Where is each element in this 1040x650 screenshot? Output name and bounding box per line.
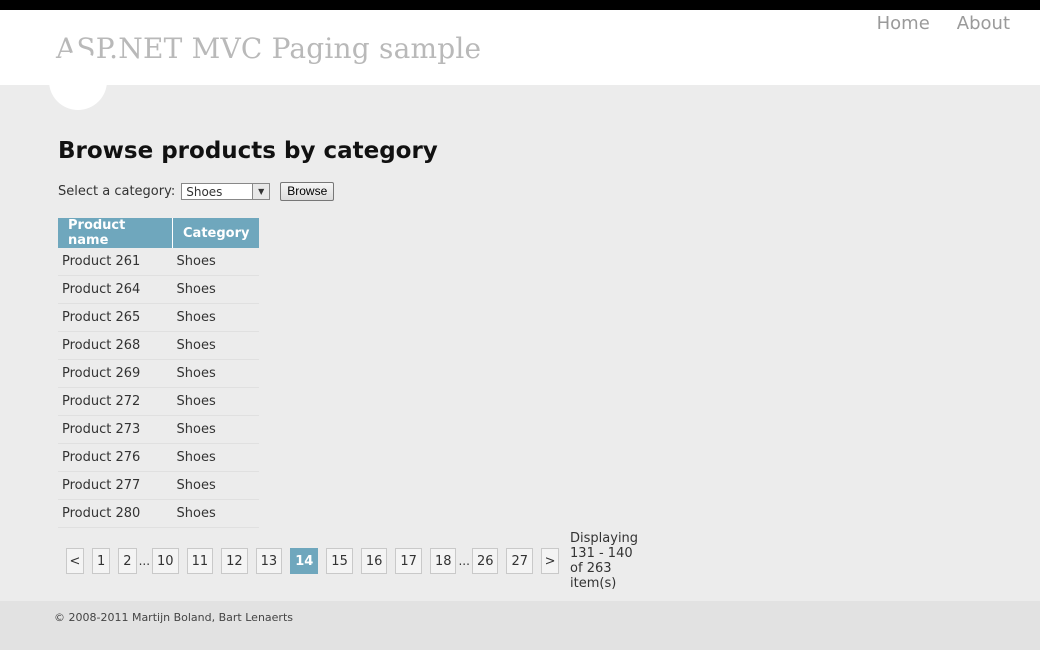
header: ASP.NET MVC Paging sample Home About (0, 10, 1040, 85)
page-link[interactable]: 15 (326, 548, 353, 574)
page-title: Browse products by category (58, 138, 438, 164)
page-link[interactable]: 1 (92, 548, 111, 574)
chevron-down-icon[interactable]: ▼ (252, 184, 270, 199)
table-row: Product 265 Shoes (58, 303, 260, 332)
page-link[interactable]: 12 (221, 548, 248, 574)
decorative-circle (49, 52, 107, 110)
page-link[interactable]: 27 (506, 548, 534, 574)
product-name-cell: Product 264 (58, 275, 173, 304)
main-content: Browse products by category Select a cat… (58, 138, 638, 591)
current-page: 14 (290, 548, 319, 574)
table-row: Product 264 Shoes (58, 275, 260, 304)
pager-status: Displaying 131 - 140 of 263 item(s) (570, 531, 639, 591)
table-row: Product 272 Shoes (58, 387, 260, 416)
table-row: Product 269 Shoes (58, 359, 260, 388)
category-cell: Shoes (172, 499, 260, 528)
category-select[interactable]: Shoes ▼ (181, 183, 271, 200)
category-cell: Shoes (172, 443, 260, 472)
page-link[interactable]: 13 (255, 548, 283, 574)
table-row: Product 273 Shoes (58, 415, 260, 444)
pager-ellipsis: ... (458, 554, 470, 568)
category-cell: Shoes (172, 471, 260, 500)
nav-home[interactable]: Home (877, 13, 930, 34)
category-cell: Shoes (172, 359, 260, 388)
page-link[interactable]: 18 (429, 548, 457, 574)
page-link[interactable]: 17 (395, 548, 422, 574)
category-cell: Shoes (172, 415, 260, 444)
product-name-cell: Product 261 (58, 248, 173, 276)
table-header-row: Product name Category (58, 218, 260, 248)
page-link[interactable]: 11 (186, 548, 214, 574)
prev-page-button[interactable]: < (66, 548, 84, 574)
table-row: Product 261 Shoes (58, 248, 260, 276)
product-name-cell: Product 276 (58, 443, 173, 472)
nav-about[interactable]: About (957, 13, 1010, 34)
category-filter: Select a category: Shoes ▼ Browse (58, 182, 335, 201)
product-name-cell: Product 268 (58, 331, 173, 360)
table-row: Product 277 Shoes (58, 471, 260, 500)
category-cell: Shoes (172, 303, 260, 332)
category-cell: Shoes (172, 248, 260, 276)
table-row: Product 280 Shoes (58, 499, 260, 528)
product-name-cell: Product 280 (58, 499, 173, 528)
product-name-cell: Product 277 (58, 471, 173, 500)
category-label: Select a category: (58, 184, 176, 199)
pager: < 1 2... 10 11 12 13 14 15 16 17 18... 26 27 > Displ… (66, 531, 644, 591)
browse-button[interactable]: Browse (280, 182, 335, 201)
product-name-cell: Product 273 (58, 415, 173, 444)
products-table: Product name Category Product 261 Shoes Pr… (58, 218, 260, 528)
next-page-button[interactable]: > (541, 548, 560, 574)
footer: © 2008-2011 Martijn Boland, Bart Lenaert… (0, 601, 1040, 650)
category-cell: Shoes (172, 387, 260, 416)
top-bar (0, 0, 1040, 10)
page-link[interactable]: 26 (471, 548, 499, 574)
page-link[interactable]: 10 (152, 548, 179, 574)
product-name-cell: Product 272 (58, 387, 173, 416)
table-row: Product 268 Shoes (58, 331, 260, 360)
main-nav: Home About (877, 13, 1010, 34)
product-name-cell: Product 265 (58, 303, 173, 332)
pager-ellipsis: ... (138, 554, 151, 568)
site-title: ASP.NET MVC Paging sample (56, 32, 482, 65)
page-link[interactable]: 16 (360, 548, 388, 574)
category-select-value: Shoes (186, 185, 223, 199)
category-cell: Shoes (172, 275, 260, 304)
column-product-name[interactable]: Product name (58, 218, 173, 248)
category-cell: Shoes (172, 331, 260, 360)
copyright: © 2008-2011 Martijn Boland, Bart Lenaert… (54, 611, 293, 624)
page-link[interactable]: 2 (118, 548, 137, 574)
table-row: Product 276 Shoes (58, 443, 260, 472)
product-name-cell: Product 269 (58, 359, 173, 388)
column-category[interactable]: Category (172, 218, 260, 248)
